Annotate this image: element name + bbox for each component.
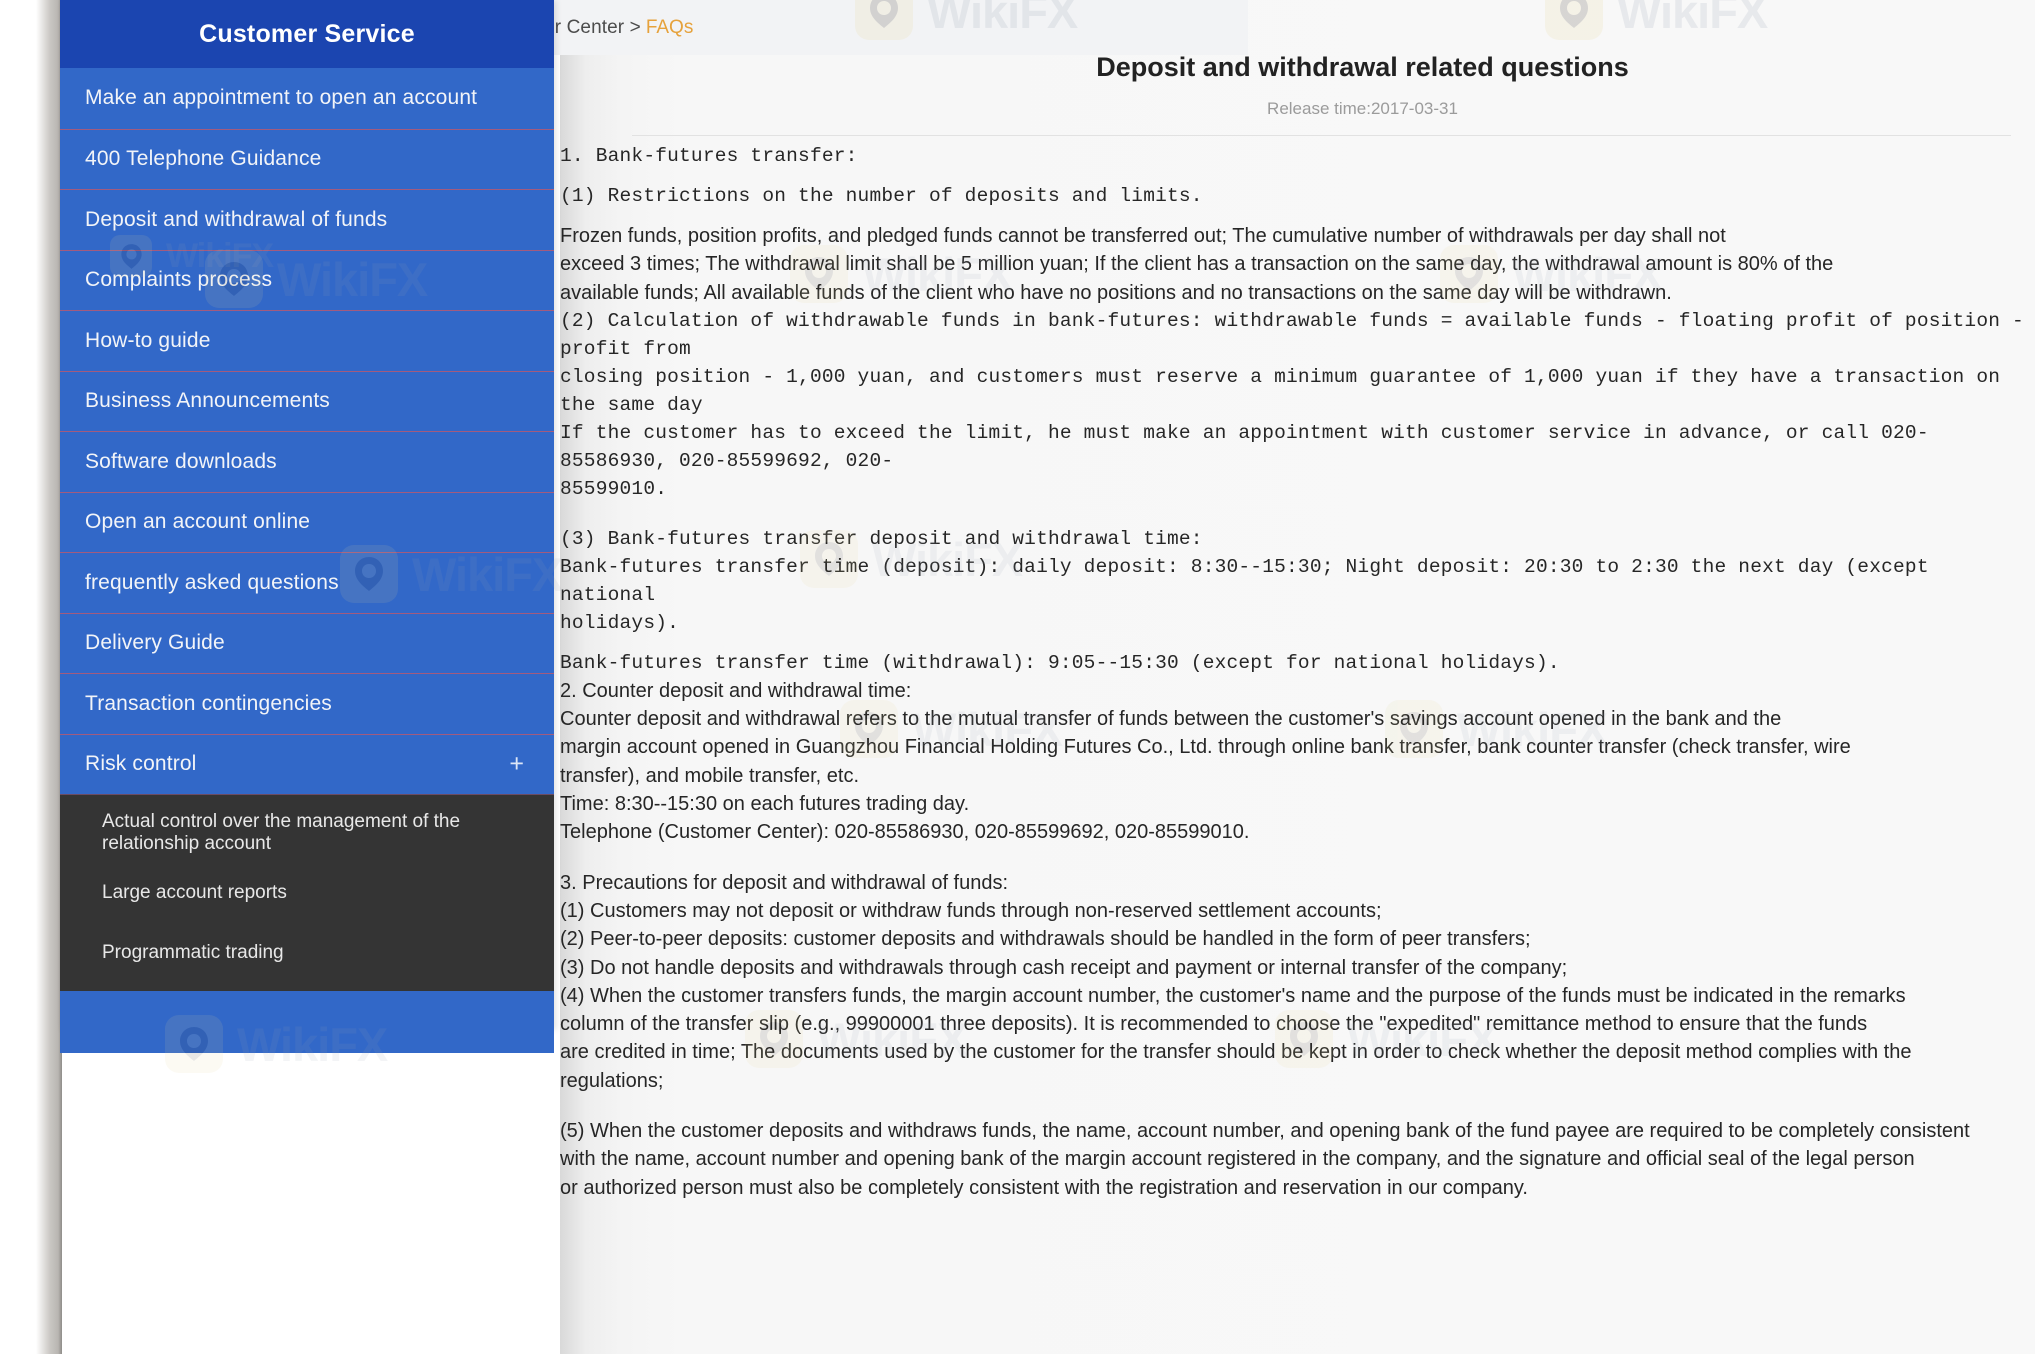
article-paragraph: holidays). [560, 611, 680, 634]
article-paragraph: with the name, account number and openin… [560, 1148, 1915, 1171]
sidebar-item-transaction-contingencies[interactable]: Transaction contingencies [60, 673, 554, 734]
sidebar-subitem-label: Programmatic trading [102, 942, 284, 963]
article-paragraph: 2. Counter deposit and withdrawal time: [560, 679, 912, 702]
article-paragraph: margin account opened in Guangzhou Finan… [560, 736, 1851, 759]
page-root: Deposit and withdrawal related questions… [0, 0, 2035, 1354]
sidebar-item-label: Business Announcements [85, 389, 330, 413]
sidebar-item-delivery-guide[interactable]: Delivery Guide [60, 612, 554, 673]
sidebar-subitem-large-account-reports[interactable]: Large account reports [60, 863, 554, 923]
sidebar-item-label: Software downloads [85, 449, 277, 473]
article-paragraph: exceed 3 times; The withdrawal limit sha… [560, 253, 1834, 276]
article-paragraph: 3. Precautions for deposit and withdrawa… [560, 871, 1009, 894]
article-body: 1. Bank-futures transfer: (1) Restrictio… [560, 142, 2035, 1202]
sidebar-subitem-label: Actual control over the management of th… [102, 811, 461, 854]
sidebar-navigation: Customer Service Make an appointment to … [60, 0, 554, 1053]
sidebar-item-deposit-and-withdrawal-of-funds[interactable]: Deposit and withdrawal of funds [60, 189, 554, 250]
article-paragraph: available funds; All available funds of … [560, 281, 1672, 304]
article-paragraph: Frozen funds, position profits, and pled… [560, 225, 1726, 247]
sidebar-title: Customer Service [199, 19, 415, 48]
article-paragraph: (3) Do not handle deposits and withdrawa… [560, 956, 1568, 979]
sidebar-item-label: Deposit and withdrawal of funds [85, 207, 388, 231]
article-paragraph: (2) Calculation of withdrawable funds in… [560, 309, 2024, 360]
article-paragraph: closing position - 1,000 yuan, and custo… [560, 365, 2001, 416]
sidebar-item-label: Delivery Guide [85, 631, 225, 655]
sidebar-item-frequently-asked-questions[interactable]: frequently asked questions [60, 552, 554, 613]
article-paragraph: 1. Bank-futures transfer: [560, 145, 858, 167]
sidebar-subitem-programmatic-trading[interactable]: Programmatic trading [60, 923, 554, 983]
sidebar-item-software-downloads[interactable]: Software downloads [60, 431, 554, 492]
article-paragraph: (2) Peer-to-peer deposits: customer depo… [560, 928, 1531, 951]
page-title: Deposit and withdrawal related questions [1096, 52, 1629, 82]
sidebar-footer-block [60, 991, 554, 1053]
sidebar-submenu-risk-control: Actual control over the management of th… [60, 794, 554, 991]
header-divider [632, 135, 2011, 136]
sidebar-item-400-telephone-guidance[interactable]: 400 Telephone Guidance [60, 128, 554, 189]
article-paragraph: are credited in time; The documents used… [560, 1041, 1912, 1064]
sidebar-item-risk-control[interactable]: Risk control + [60, 733, 554, 794]
sidebar-item-label: frequently asked questions [85, 570, 339, 594]
article-paragraph: Telephone (Customer Center): 020-8558693… [560, 821, 1250, 844]
article-paragraph: (1) Customers may not deposit or withdra… [560, 899, 1382, 922]
sidebar-subitem-actual-control-over-the-management-of-the-relationship-account[interactable]: Actual control over the management of th… [60, 803, 554, 863]
sidebar-header: Customer Service [60, 0, 554, 68]
breadcrumb-current-link[interactable]: FAQs [646, 17, 694, 39]
sidebar-item-label: Transaction contingencies [85, 691, 332, 715]
article-paragraph: Time: 8:30--15:30 on each futures tradin… [560, 793, 970, 816]
article-panel: Deposit and withdrawal related questions… [560, 0, 2035, 1354]
release-time: Release time:2017-03-31 [1267, 99, 1458, 118]
sidebar-item-how-to-guide[interactable]: How-to guide [60, 310, 554, 371]
article-paragraph: or authorized person must also be comple… [560, 1176, 1528, 1199]
article-paragraph: (1) Restrictions on the number of deposi… [560, 185, 1203, 207]
article-paragraph: 85599010. [560, 477, 668, 500]
article-paragraph: transfer), and mobile transfer, etc. [560, 764, 860, 787]
sidebar-item-label: How-to guide [85, 328, 211, 352]
sidebar-item-business-announcements[interactable]: Business Announcements [60, 370, 554, 431]
sidebar-item-make-an-appointment-to-open-an-account[interactable]: Make an appointment to open an account [60, 68, 554, 129]
sidebar-drop-shadow [36, 0, 62, 1354]
sidebar-item-open-an-account-online[interactable]: Open an account online [60, 491, 554, 552]
plus-icon[interactable]: + [509, 751, 524, 777]
sidebar-subitem-label: Large account reports [102, 882, 287, 903]
article-paragraph: (3) Bank-futures transfer deposit and wi… [560, 527, 1203, 550]
sidebar-item-label: Make an appointment to open an account [85, 86, 478, 110]
article-paragraph: Counter deposit and withdrawal refers to… [560, 708, 1782, 731]
article-paragraph: If the customer has to exceed the limit,… [560, 421, 1929, 472]
article-paragraph: Bank-futures transfer time (deposit): da… [560, 555, 1929, 606]
sidebar-item-label: Risk control [85, 752, 197, 776]
article-paragraph: (5) When the customer deposits and withd… [560, 1120, 1970, 1143]
sidebar-item-label: 400 Telephone Guidance [85, 147, 322, 171]
article-paragraph: column of the transfer slip (e.g., 99900… [560, 1013, 1868, 1036]
sidebar-item-label: Complaints process [85, 268, 273, 292]
article-paragraph: Bank-futures transfer time (withdrawal):… [560, 651, 1560, 674]
article-paragraph: (4) When the customer transfers funds, t… [560, 984, 1906, 1007]
sidebar-item-label: Open an account online [85, 510, 311, 534]
article-paragraph: regulations; [560, 1069, 664, 1092]
sidebar-item-complaints-process[interactable]: Complaints process [60, 249, 554, 310]
